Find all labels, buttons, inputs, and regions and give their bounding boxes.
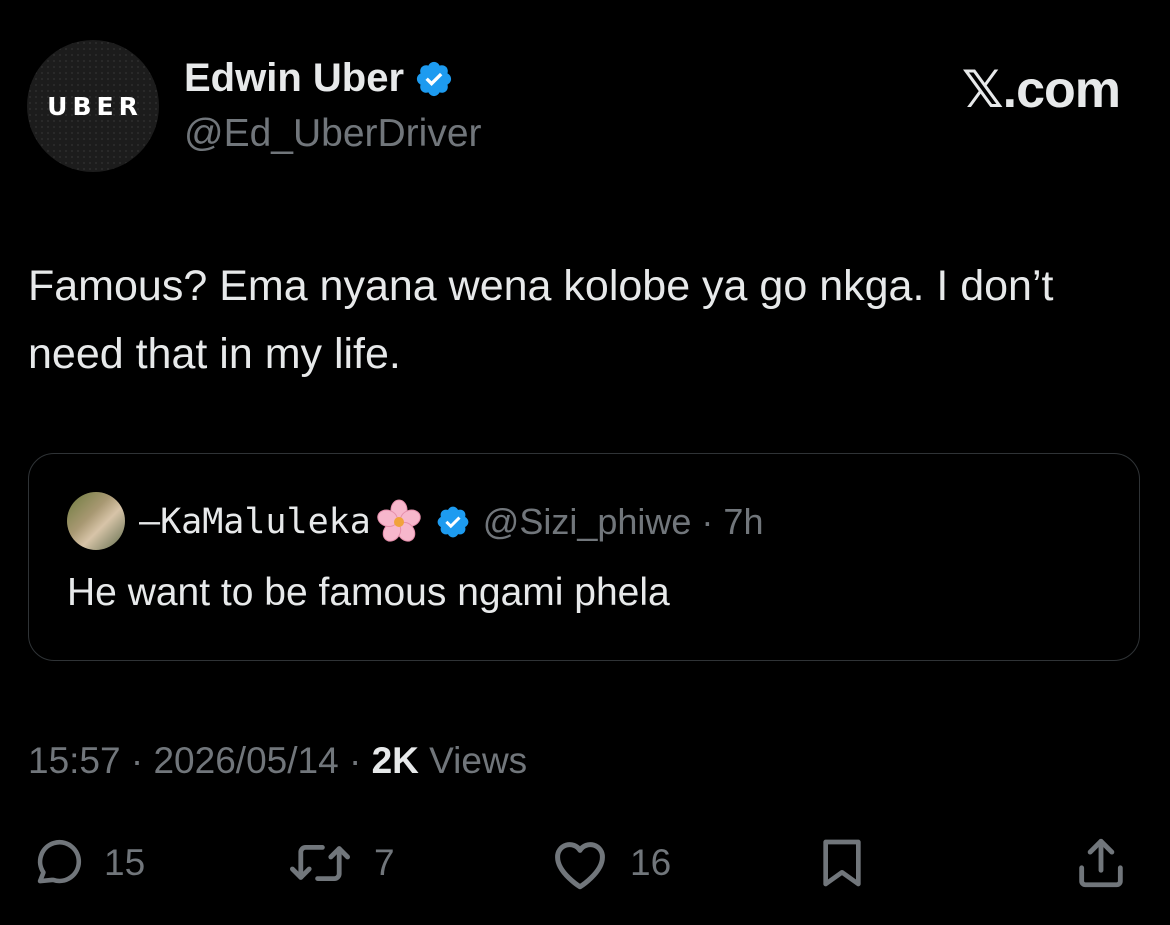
author-avatar[interactable]: UBER: [27, 40, 159, 172]
quoted-tweet-text: He want to be famous ngami phela: [67, 571, 670, 614]
reply-count: 15: [104, 842, 146, 883]
reply-button[interactable]: 15: [28, 834, 145, 892]
tweet-text: Famous? Ema nyana wena kolobe ya go nkga…: [28, 262, 1054, 378]
share-icon: [1079, 838, 1123, 888]
author-handle[interactable]: @Ed_UberDriver: [184, 112, 482, 156]
quoted-verified-badge-icon: [437, 506, 469, 538]
heart-icon: [555, 842, 605, 890]
tweet-meta: 15:57 · 2026/05/14 · 2K Views: [28, 740, 527, 782]
bookmark-icon: [823, 839, 861, 887]
tweet-time[interactable]: 15:57: [28, 740, 121, 781]
x-com-logo: 𝕏.com: [961, 61, 1121, 119]
cherry-blossom-icon: [377, 499, 421, 542]
retweet-icon: [290, 845, 350, 881]
reply-icon: [37, 840, 82, 884]
quoted-tweet-header: —KaMaluleka @Sizi_phiwe · 7h: [139, 498, 763, 546]
quoted-author-avatar[interactable]: [67, 492, 125, 550]
meta-separator: ·: [130, 740, 154, 781]
verified-badge-icon: [416, 61, 452, 96]
quoted-author-name[interactable]: —KaMaluleka: [139, 502, 371, 542]
tweet-date[interactable]: 2026/05/14: [153, 740, 338, 781]
avatar-logo-text: UBER: [47, 91, 143, 121]
retweet-button[interactable]: 7: [284, 834, 395, 892]
author-name-row: Edwin Uber: [184, 56, 454, 101]
quoted-handle-time[interactable]: @Sizi_phiwe · 7h: [483, 501, 764, 543]
author-display-name[interactable]: Edwin Uber: [184, 56, 404, 101]
like-button[interactable]: 16: [548, 834, 671, 892]
share-button[interactable]: [1072, 834, 1130, 892]
bookmark-button[interactable]: [814, 834, 870, 892]
quoted-tweet-card[interactable]: —KaMaluleka @Sizi_phiwe · 7h He want to …: [28, 453, 1140, 661]
views-label: Views: [429, 740, 528, 781]
retweet-count: 7: [374, 842, 395, 883]
like-count: 16: [630, 842, 672, 883]
meta-separator: ·: [348, 740, 372, 781]
views-count: 2K: [371, 740, 419, 781]
